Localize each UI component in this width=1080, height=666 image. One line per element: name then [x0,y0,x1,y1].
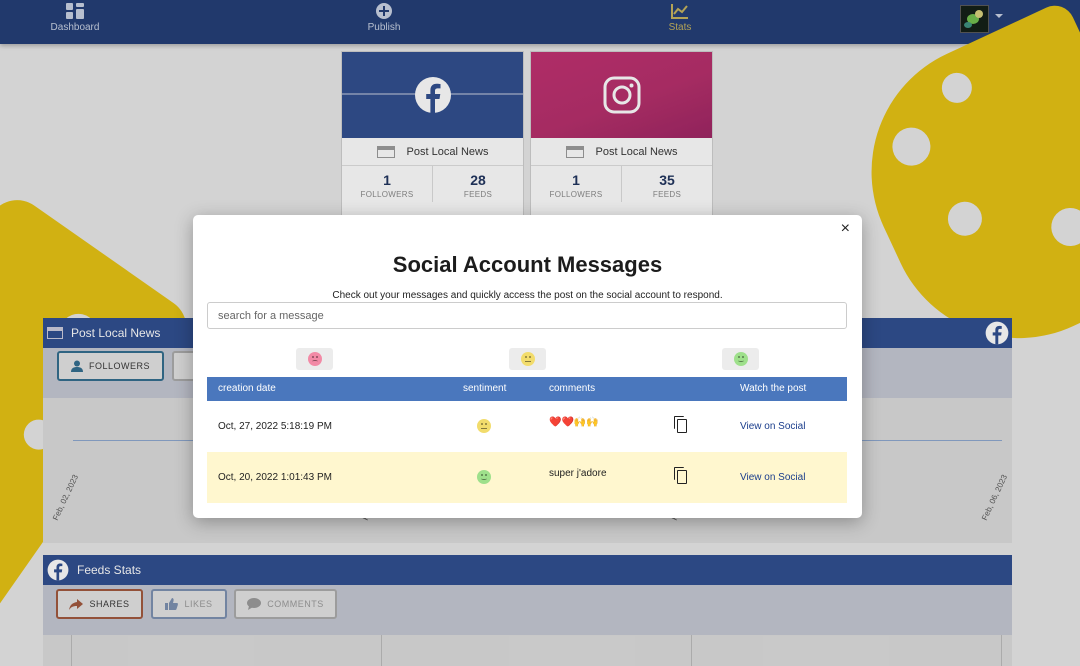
table-row: Oct, 27, 2022 5:18:19 PM ❤️❤️🙌🙌 View on … [207,401,847,452]
column-header-watch[interactable]: Watch the post [740,383,806,394]
sad-face-icon [307,352,322,366]
copy-icon[interactable] [674,467,688,485]
column-header-comments[interactable]: comments [549,383,595,394]
row-comment: ❤️❤️🙌🙌 [549,417,599,428]
copy-icon[interactable] [674,416,688,434]
row-date: Oct, 27, 2022 5:18:19 PM [218,421,332,432]
view-on-social-link[interactable]: View on Social [740,472,805,483]
close-icon[interactable]: × [841,220,850,238]
filter-negative-button[interactable] [296,348,333,370]
filter-positive-button[interactable] [722,348,759,370]
smile-face-icon [477,470,491,484]
row-date: Oct, 20, 2022 1:01:43 PM [218,472,332,483]
modal-title: Social Account Messages [392,252,663,277]
row-comment: super j'adore [549,468,607,479]
column-header-date[interactable]: creation date [218,383,276,394]
filter-neutral-button[interactable] [509,348,546,370]
view-on-social-link[interactable]: View on Social [740,421,805,432]
neutral-face-icon [477,419,491,433]
messages-modal: × Social Account Messages Check out your… [193,215,862,518]
table-row: Oct, 20, 2022 1:01:43 PM super j'adore V… [207,452,847,503]
messages-table: creation date sentiment comments Watch t… [207,377,847,503]
table-header: creation date sentiment comments Watch t… [207,377,847,401]
column-header-sentiment[interactable]: sentiment [463,383,506,394]
neutral-face-icon [520,352,535,366]
search-input[interactable] [207,302,847,329]
smile-face-icon [733,352,748,366]
modal-subtitle: Check out your messages and quickly acce… [332,290,723,301]
